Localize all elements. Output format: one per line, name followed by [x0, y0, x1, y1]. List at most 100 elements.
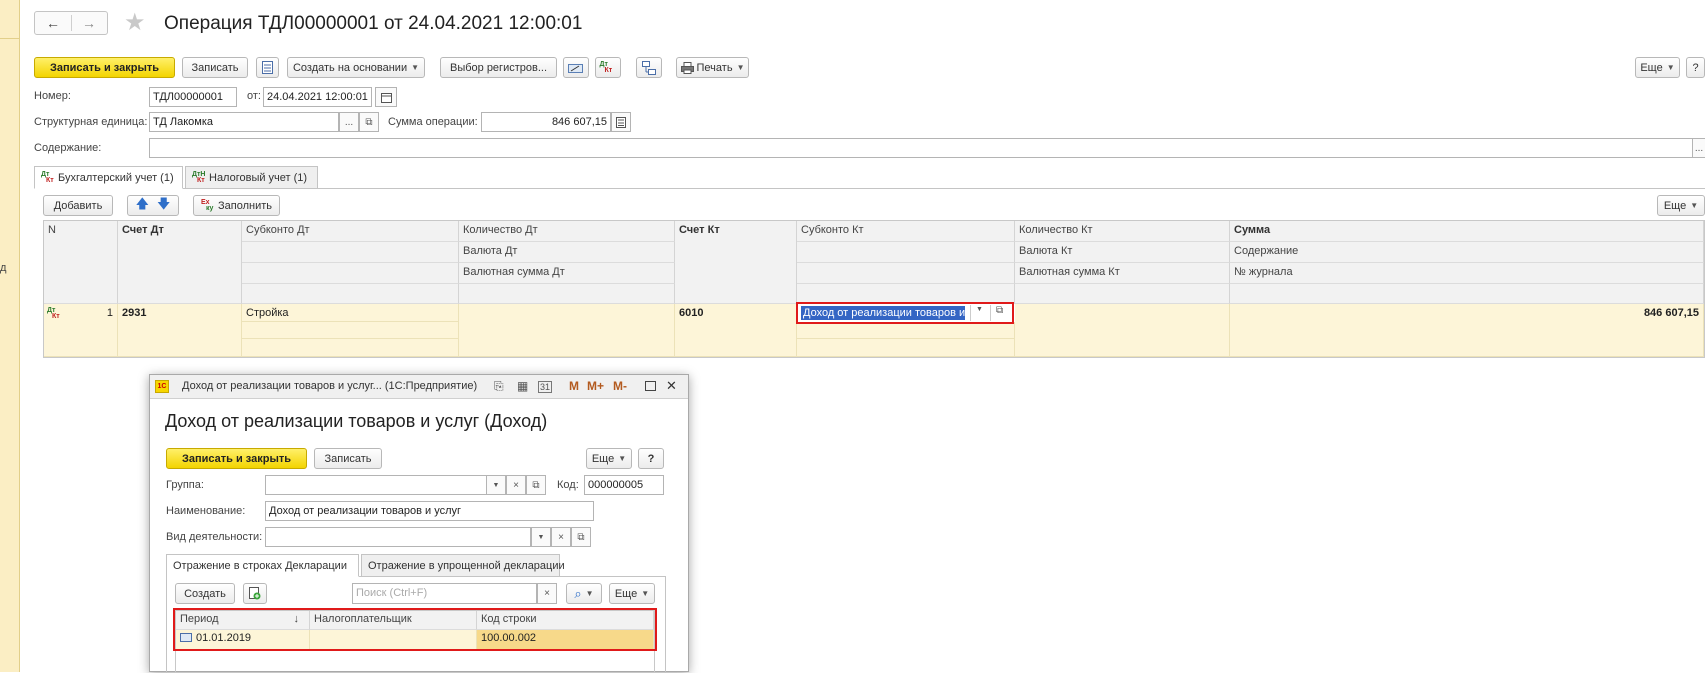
chevron-down-icon[interactable]: ▼ [486, 475, 506, 495]
name-label: Наименование: [166, 505, 246, 517]
catalog-item-window: 1С Доход от реализации товаров и услуг..… [149, 374, 689, 673]
subconto-kt-editor[interactable]: Доход от реализации товаров и ▼ ⧉ [796, 302, 1014, 324]
grid-more-label: Еще [1663, 199, 1687, 212]
back-arrow-icon[interactable]: ← [46, 15, 60, 31]
add-copy-button[interactable] [243, 583, 267, 604]
dt-kt-icon: Дт Кт [599, 61, 613, 74]
favorite-star-icon[interactable]: ★ [124, 8, 146, 37]
open-icon[interactable]: ⧉ [526, 475, 546, 495]
link-icon[interactable]: ⎘ [494, 379, 504, 394]
tab-simplified-declaration[interactable]: Отражение в упрощенной декларации [361, 554, 565, 577]
table-row-cell-subconto-dt-2[interactable] [242, 322, 459, 339]
chevron-down-icon[interactable]: ▼ [531, 527, 551, 547]
col-subconto-dt[interactable]: Субконто Дт [242, 221, 459, 242]
tab-accounting[interactable]: Дт Кт Бухгалтерский учет (1) [34, 166, 183, 189]
open-icon[interactable]: ⧉ [359, 112, 379, 132]
col-currency-dt[interactable]: Валюта Дт [459, 242, 675, 263]
tab-declaration-lines[interactable]: Отражение в строках Декларации [166, 554, 359, 577]
subconto-kt-selected-text[interactable]: Доход от реализации товаров и [801, 306, 965, 320]
operation-sum-field[interactable]: 846 607,15 [481, 112, 611, 132]
forward-arrow-icon[interactable]: → [82, 15, 96, 31]
name-field[interactable]: Доход от реализации товаров и услуг [265, 501, 594, 521]
search-button[interactable]: ⌕ ▼ [566, 583, 602, 604]
col-credit-account[interactable]: Счет Кт [675, 221, 797, 304]
memory-minus-icon[interactable]: M- [613, 379, 627, 393]
document-list-button[interactable] [256, 57, 279, 78]
chevron-down-icon[interactable]: ▼ [976, 306, 983, 313]
table-icon[interactable]: ▦ [517, 379, 528, 393]
table-row-cell-qty-kt[interactable] [1015, 304, 1230, 357]
number-label: Номер: [34, 90, 71, 102]
clear-search-icon[interactable]: × [537, 583, 557, 604]
open-icon[interactable]: ⧉ [571, 527, 591, 547]
edit-movements-button[interactable] [563, 57, 589, 78]
date-field[interactable]: 24.04.2021 12:00:01 [263, 87, 372, 107]
move-down-icon[interactable]: 🡇 [157, 195, 170, 217]
select-registers-button[interactable]: Выбор регистров... [440, 57, 557, 78]
close-icon[interactable]: ✕ [666, 378, 677, 394]
grid-more-button[interactable]: Еще ▼ [1657, 195, 1705, 216]
maximize-icon[interactable] [645, 381, 656, 391]
col-currency-sum-kt[interactable]: Валютная сумма Кт [1015, 263, 1230, 284]
print-button[interactable]: Печать ▼ [676, 57, 749, 78]
activity-type-field[interactable] [265, 527, 531, 547]
open-icon[interactable]: ⧉ [996, 305, 1003, 316]
table-row-cell-debit-account[interactable]: 2931 [118, 304, 242, 357]
activity-type-label: Вид деятельности: [166, 531, 263, 543]
table-row-cell-n[interactable]: Дт Кт 1 [44, 304, 118, 357]
1c-logo-icon: 1С [155, 380, 169, 393]
calculator-icon[interactable] [611, 112, 631, 132]
col-n[interactable]: N [44, 221, 118, 304]
code-field[interactable]: 000000005 [584, 475, 664, 495]
col-journal[interactable]: № журнала [1230, 263, 1704, 284]
table-row-cell-subconto-dt-3[interactable] [242, 339, 459, 357]
more-button[interactable]: Еще ▼ [1635, 57, 1680, 78]
create-button[interactable]: Создать [175, 583, 235, 604]
structural-unit-field[interactable]: ТД Лакомка [149, 112, 339, 132]
move-up-icon[interactable]: 🡅 [136, 195, 149, 217]
dt-kt-button[interactable]: Дт Кт [595, 57, 621, 78]
memory-m-icon[interactable]: M [569, 379, 579, 393]
calendar-icon[interactable]: 31 [538, 381, 553, 393]
add-button[interactable]: Добавить [43, 195, 113, 216]
date-from-label: от: [247, 90, 261, 102]
inner-more-button[interactable]: Еще ▼ [609, 583, 655, 604]
table-row-cell-qty-dt[interactable] [459, 304, 675, 357]
modal-save-and-close-button[interactable]: Записать и закрыть [166, 448, 307, 469]
number-field[interactable]: ТДЛ00000001 [149, 87, 237, 107]
table-row-cell-sum[interactable]: 846 607,15 [1230, 304, 1704, 357]
create-based-on-button[interactable]: Создать на основании ▼ [287, 57, 425, 78]
table-row-cell-subconto-kt-2[interactable] [797, 322, 1015, 339]
search-input[interactable]: Поиск (Ctrl+F) [352, 583, 537, 604]
modal-help-button[interactable]: ? [638, 448, 664, 469]
modal-tab-panel-right [665, 576, 666, 673]
clear-icon[interactable]: × [551, 527, 571, 547]
clear-icon[interactable]: × [506, 475, 526, 495]
group-field[interactable] [265, 475, 487, 495]
col-currency-kt[interactable]: Валюта Кт [1015, 242, 1230, 263]
select-ellipsis-button[interactable]: ... [339, 112, 359, 132]
col-subconto-kt[interactable]: Субконто Кт [797, 221, 1015, 242]
col-qty-kt[interactable]: Количество Кт [1015, 221, 1230, 242]
content-ellipsis-button[interactable]: ... [1692, 138, 1705, 158]
col-debit-account[interactable]: Счет Дт [118, 221, 242, 304]
tab-tax[interactable]: ДтН Кт Налоговый учет (1) [185, 166, 318, 189]
modal-more-button[interactable]: Еще ▼ [586, 448, 632, 469]
save-and-close-button[interactable]: Записать и закрыть [34, 57, 175, 78]
move-buttons: 🡅 🡇 [127, 195, 179, 216]
table-row-cell-subconto-kt-3[interactable] [797, 339, 1015, 357]
save-button[interactable]: Записать [182, 57, 248, 78]
fill-button[interactable]: Ех ку Заполнить [193, 195, 280, 216]
memory-plus-icon[interactable]: M+ [587, 379, 604, 393]
col-content[interactable]: Содержание [1230, 242, 1704, 263]
col-sum[interactable]: Сумма [1230, 221, 1704, 242]
content-field[interactable] [149, 138, 1694, 158]
help-button[interactable]: ? [1686, 57, 1705, 78]
modal-save-button[interactable]: Записать [314, 448, 382, 469]
structure-button[interactable] [636, 57, 662, 78]
col-qty-dt[interactable]: Количество Дт [459, 221, 675, 242]
col-currency-sum-dt[interactable]: Валютная сумма Дт [459, 263, 675, 284]
table-row-cell-credit-account[interactable]: 6010 [675, 304, 797, 357]
table-row-cell-subconto-dt[interactable]: Стройка [242, 304, 459, 322]
calendar-icon[interactable] [375, 87, 397, 107]
